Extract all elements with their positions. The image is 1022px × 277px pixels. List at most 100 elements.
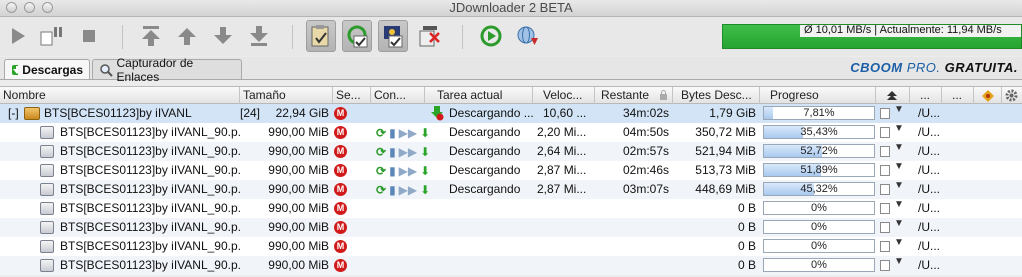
file-size: 990,00 MiB [268,182,329,196]
priority-dropdown-icon[interactable]: ▼ [894,180,904,191]
file-progress-text: 52,72% [800,145,838,157]
move-down-button[interactable] [208,20,238,52]
start-downloads-button[interactable] [3,20,33,52]
column-priority[interactable] [876,87,910,104]
mega-icon: M [334,259,347,272]
package-speed: 10,60 ... [543,106,587,120]
priority-dropdown-icon[interactable]: ▼ [894,218,904,229]
mega-icon: M [334,240,347,253]
tab-bar: Descargas Capturador de Enlaces CBOOM PR… [0,56,1022,84]
package-row[interactable]: [-] BTS[BCES01123]by iIVANL [24] 22,94 G… [0,104,1022,123]
clipboard-monitor-toggle[interactable] [306,20,336,52]
file-progress-bar: 35,43% [763,125,875,139]
brand-logo[interactable]: CBOOM PRO. GRATUITA. [850,60,1018,75]
file-name: BTS[BCES01123]by iIVANL_90.p... [60,182,240,196]
priority-dropdown-icon[interactable]: ▼ [894,256,904,267]
file-path: /U... [918,220,941,234]
column-task[interactable]: Tarea actual [425,87,533,104]
update-button[interactable] [512,20,542,52]
reconnect-check-icon [347,25,368,48]
reconnect-now-button[interactable] [476,20,506,52]
stop-downloads-button[interactable] [74,20,104,52]
premium-toggle[interactable] [378,20,408,52]
table-row[interactable]: BTS[BCES01123]by iIVANL_90.p... 990,00 Mi… [0,218,1022,237]
priority-doc-icon [880,241,890,252]
silent-mode-button[interactable] [414,20,444,52]
priority-dropdown-icon[interactable]: ▼ [894,237,904,248]
file-icon [40,259,54,272]
pause-downloads-button[interactable] [36,20,66,52]
column-speed[interactable]: Veloc... [533,87,595,104]
chunk-icon: ▮ [389,182,396,197]
priority-doc-icon [880,127,890,138]
column-bytes[interactable]: Bytes Desc... [673,87,760,104]
file-icon [40,145,54,158]
mega-icon: M [334,164,347,177]
download-error-icon [431,106,444,121]
tab-descargas-label: Descargas [22,62,83,77]
download-arrow-icon: ⬇ [420,144,431,159]
column-remaining[interactable]: Restante [595,87,673,104]
chunk-icon: ▮ [389,125,396,140]
arrow-up-icon [178,28,196,45]
file-progress-bar: 0% [763,201,875,215]
table-row[interactable]: BTS[BCES01123]by iIVANL_90.p... 990,00 Mi… [0,256,1022,275]
column-connections[interactable]: Con... [371,87,425,104]
table-row[interactable]: BTS[BCES01123]by iIVANL_90.p... 990,00 Mi… [0,142,1022,161]
download-arrow-icon [12,64,19,75]
file-path: /U... [918,163,941,177]
package-bytes: 1,79 GiB [709,106,756,120]
column-extra-2[interactable]: ... [942,87,974,104]
column-bookmark[interactable] [974,87,1002,104]
column-host[interactable]: Se... [333,87,371,104]
connection-icons: ⟳ ▮ ▶▶ ⬇ [376,144,430,159]
mega-icon: M [334,183,347,196]
file-progress-bar: 45,32% [763,182,875,196]
package-expander[interactable]: [-] [8,104,22,123]
move-up-button[interactable] [172,20,202,52]
move-top-button[interactable] [136,20,166,52]
table-row[interactable]: BTS[BCES01123]by iIVANL_90.p... 990,00 Mi… [0,180,1022,199]
file-bytes: 350,72 MiB [695,125,756,139]
column-name[interactable]: Nombre [0,87,240,104]
table-row[interactable]: BTS[BCES01123]by iIVANL_90.p... 990,00 Mi… [0,237,1022,256]
file-task: Descargando [449,144,521,158]
file-progress-text: 51,89% [800,164,838,176]
priority-dropdown-icon[interactable]: ▼ [894,123,904,134]
priority-dropdown-icon[interactable]: ▼ [894,199,904,210]
file-icon [40,126,54,139]
auto-reconnect-toggle[interactable] [342,20,372,52]
file-icon [40,183,54,196]
file-size: 990,00 MiB [268,144,329,158]
file-bytes: 0 B [737,201,756,215]
table-row[interactable]: BTS[BCES01123]by iIVANL_90.p... 990,00 Mi… [0,161,1022,180]
table-row[interactable]: BTS[BCES01123]by iIVANL_90.p... 990,00 Mi… [0,199,1022,218]
priority-dropdown-icon[interactable]: ▼ [894,104,904,115]
table-row[interactable]: BTS[BCES01123]by iIVANL_90.p... 990,00 Mi… [0,123,1022,142]
file-progress-bar: 0% [763,239,875,253]
file-size: 990,00 MiB [268,201,329,215]
file-name: BTS[BCES01123]by iIVANL_90.p... [60,239,240,253]
window-title: JDownloader 2 BETA [449,0,573,15]
package-icon [24,107,40,120]
tab-descargas[interactable]: Descargas [4,59,90,79]
column-extra-1[interactable]: ... [910,87,942,104]
refresh-icon: ⟳ [376,125,387,140]
column-size[interactable]: Tamaño [240,87,333,104]
tab-capturador[interactable]: Capturador de Enlaces [92,56,242,84]
file-progress-text: 0% [811,202,827,214]
priority-dropdown-icon[interactable]: ▼ [894,142,904,153]
premium-check-icon [384,26,403,48]
file-progress-text: 0% [811,221,827,233]
column-settings[interactable] [1002,87,1022,104]
file-path: /U... [918,201,941,215]
priority-dropdown-icon[interactable]: ▼ [894,161,904,172]
file-bytes: 0 B [737,258,756,272]
file-bytes: 0 B [737,220,756,234]
clipboard-check-icon [311,25,329,47]
title-bar: JDownloader 2 BETA [0,0,1022,17]
column-progress[interactable]: Progreso [760,87,876,104]
lock-icon [660,90,667,100]
priority-doc-icon [880,146,890,157]
move-bottom-button[interactable] [244,20,274,52]
